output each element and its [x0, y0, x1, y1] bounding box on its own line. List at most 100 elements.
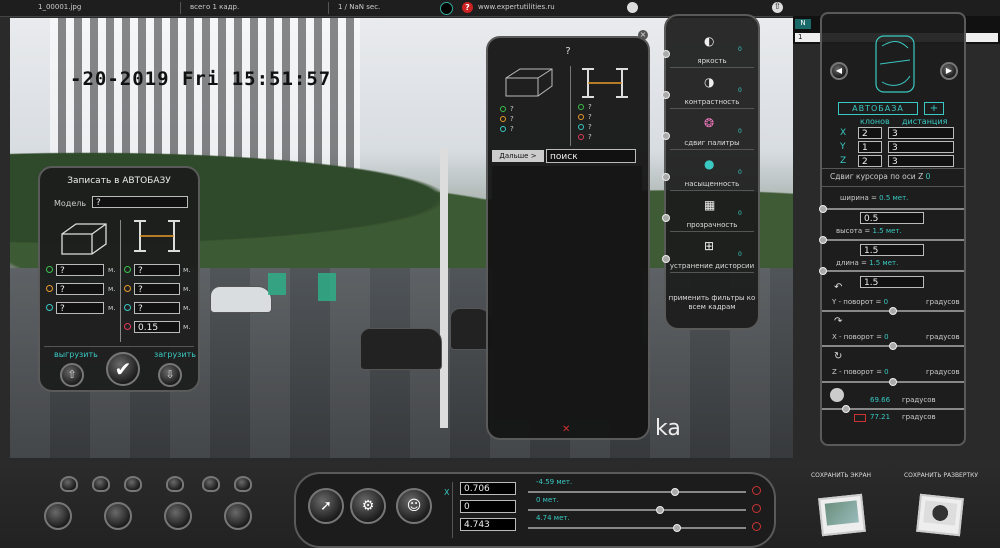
camera-tilt-icon[interactable] — [92, 476, 110, 492]
prev-arrow-button[interactable]: ◀ — [830, 62, 848, 80]
coord-slider[interactable] — [671, 488, 680, 496]
dimension-field[interactable]: ? — [134, 302, 180, 314]
fov-icon — [830, 388, 844, 402]
length-slider[interactable] — [819, 267, 827, 275]
coord-slider[interactable] — [655, 506, 664, 514]
rot-x-slider[interactable] — [889, 342, 897, 350]
rot-x-label: X - поворот = — [832, 333, 882, 341]
width-field[interactable]: 0.5 — [860, 212, 924, 224]
camera-left-icon[interactable] — [60, 476, 78, 492]
camera-rotate-icon[interactable] — [202, 476, 220, 492]
filter-slider[interactable] — [662, 173, 670, 181]
filter-slider[interactable] — [662, 214, 670, 222]
width-value: 0.5 мет. — [879, 194, 909, 202]
dimension-field[interactable]: ? — [56, 302, 104, 314]
head-tool-button[interactable]: ☺ — [396, 488, 432, 524]
distance-field[interactable]: 3 — [888, 127, 954, 139]
screen-icon — [854, 414, 866, 422]
rot-z-value: 0 — [884, 368, 889, 376]
camera-forward-icon[interactable] — [166, 476, 184, 492]
grid-view-icon[interactable] — [104, 502, 132, 530]
autobase-button[interactable]: АВТОБАЗА — [838, 102, 918, 115]
next-button[interactable]: Дальше > — [492, 150, 544, 162]
save-sweep-label: СОХРАНИТЬ РАЗВЕРТКУ — [903, 472, 979, 479]
rot-z-label: Z - поворот = — [832, 368, 882, 376]
vehicle-box-icon — [61, 223, 107, 255]
width-slider[interactable] — [819, 205, 827, 213]
eye-icon[interactable] — [627, 2, 638, 13]
unit-label: м. — [183, 266, 191, 274]
rot-y-slider[interactable] — [889, 307, 897, 315]
person-view-icon[interactable] — [164, 502, 192, 530]
unit-label: м. — [108, 266, 116, 274]
rot-z-slider[interactable] — [889, 378, 897, 386]
website-label[interactable]: www.expertutilities.ru — [478, 3, 555, 11]
view-mode-1-icon[interactable] — [44, 502, 72, 530]
filter-value: 0 — [738, 128, 742, 135]
search-input[interactable]: поиск — [546, 149, 636, 163]
arrow-up-icon[interactable]: ⇧ — [772, 2, 783, 13]
legend-label: ? — [510, 105, 514, 113]
clones-field[interactable]: 2 — [858, 127, 882, 139]
clones-field[interactable]: 2 — [858, 155, 882, 167]
rot-x-units: градусов — [926, 333, 960, 341]
close-icon[interactable]: ✕ — [562, 424, 570, 435]
save-screen-button[interactable] — [818, 493, 866, 537]
coord-field[interactable]: 4.743 — [460, 518, 516, 531]
length-field[interactable]: 1.5 — [860, 276, 924, 288]
grid-header-n: N — [795, 19, 811, 29]
filter-slider[interactable] — [662, 255, 670, 263]
dimension-field[interactable]: ? — [134, 264, 180, 276]
reset-check-icon[interactable] — [752, 486, 761, 495]
load-button[interactable]: ⇩ — [158, 363, 182, 387]
dimension-field[interactable]: ? — [56, 283, 104, 295]
unload-button[interactable]: ⇧ — [60, 363, 84, 387]
rot-y-value: 0 — [883, 298, 889, 306]
model-field[interactable]: ? — [92, 196, 188, 208]
record-icon[interactable] — [440, 2, 453, 15]
dimension-field[interactable]: ? — [134, 283, 180, 295]
apply-filters-label[interactable]: применить фильтры ко всем кадрам — [666, 294, 758, 312]
settings-tool-button[interactable]: ⚙ — [350, 488, 386, 524]
panel-close-icon[interactable]: × — [638, 30, 648, 40]
field-color-dot — [46, 266, 53, 273]
filter-label: насыщенность — [684, 180, 740, 188]
confirm-check-button[interactable]: ✔ — [106, 352, 140, 386]
coord-field[interactable]: 0.706 — [460, 482, 516, 495]
unit-label: м. — [183, 323, 191, 331]
search-results-list[interactable] — [492, 166, 642, 420]
filter-slider[interactable] — [662, 91, 670, 99]
rotate-z-icon: ↻ — [834, 351, 843, 362]
rotate-y-icon: ↶ — [834, 282, 843, 293]
unit-label: м. — [183, 285, 191, 293]
distance-field[interactable]: 3 — [888, 141, 954, 153]
reset-check-icon[interactable] — [752, 504, 761, 513]
help-icon[interactable]: ? — [462, 2, 473, 13]
save-screen-label: СОХРАНИТЬ ЭКРАН — [810, 472, 872, 479]
coord-slider-label: -4.59 мет. — [536, 478, 573, 486]
axis-label: Y — [840, 142, 846, 152]
unit-label: м. — [183, 304, 191, 312]
camera-right-icon[interactable] — [234, 476, 252, 492]
save-sweep-button[interactable] — [916, 493, 964, 537]
distance-field[interactable]: 3 — [888, 155, 954, 167]
field-color-dot — [46, 285, 53, 292]
coord-slider[interactable] — [673, 524, 682, 532]
pointer-tool-button[interactable]: ➚ — [308, 488, 344, 524]
fov1-slider[interactable] — [842, 405, 850, 413]
height-field[interactable]: 1.5 — [860, 244, 924, 256]
dimension-field[interactable]: ? — [56, 264, 104, 276]
camera-capture-icon[interactable] — [224, 502, 252, 530]
legend-label: ? — [510, 125, 514, 133]
fov2-value: 77.21 — [870, 413, 891, 421]
coord-field[interactable]: 0 — [460, 500, 516, 513]
reset-check-icon[interactable] — [752, 522, 761, 531]
height-slider[interactable] — [819, 236, 827, 244]
filter-slider[interactable] — [662, 50, 670, 58]
camera-up-icon[interactable] — [124, 476, 142, 492]
dimension-field[interactable]: 0.15 — [134, 321, 180, 333]
clones-field[interactable]: 1 — [858, 141, 882, 153]
next-arrow-button[interactable]: ▶ — [940, 62, 958, 80]
filter-slider[interactable] — [662, 132, 670, 140]
add-button[interactable]: + — [924, 102, 944, 115]
